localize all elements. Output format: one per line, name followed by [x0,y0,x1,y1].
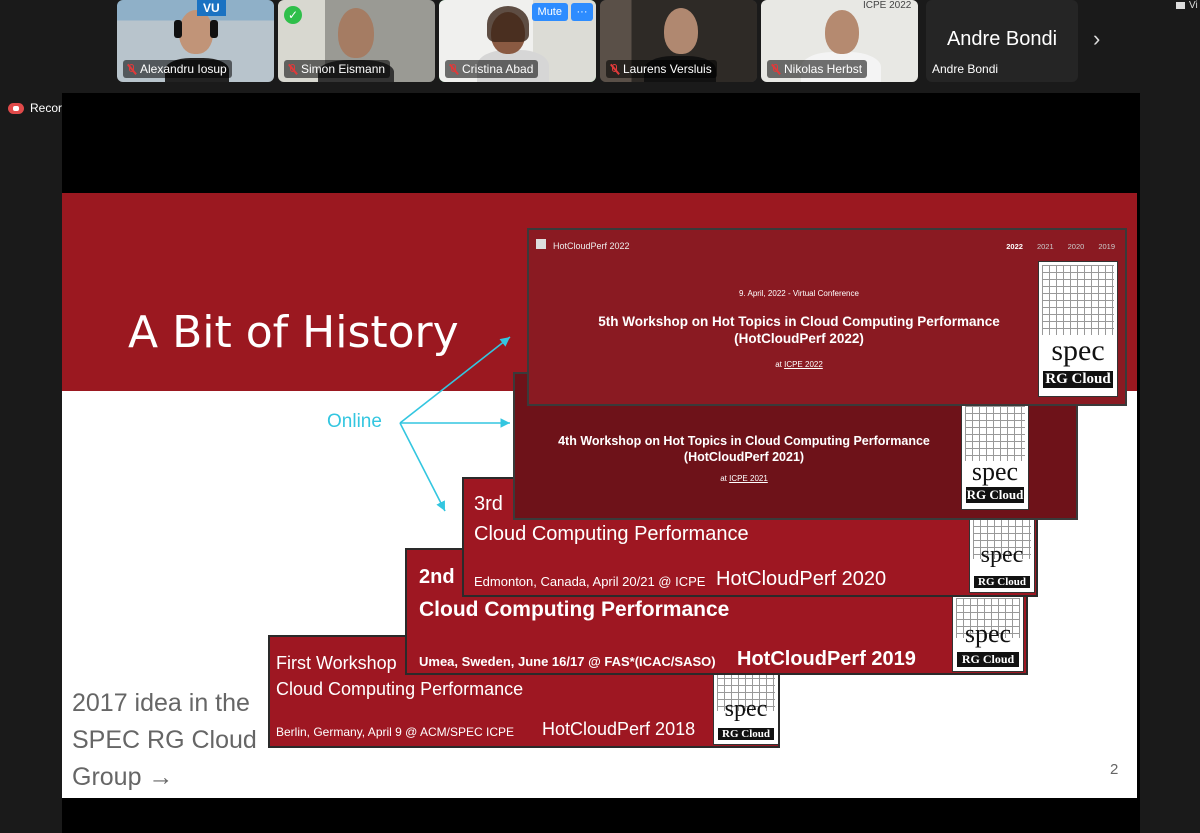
idea-line: 2017 idea in the [72,689,250,717]
spec-sub: RG Cloud [718,728,774,740]
participant-name-tag: Laurens Versluis [606,60,717,78]
year-link-2021[interactable]: 2021 [1037,242,1054,251]
card-brand: HotCloudPerf 2018 [542,719,696,739]
view-label: Vi [1189,0,1198,11]
logo-grid [1042,265,1114,335]
web-subheading: (HotCloudPerf 2022) [734,331,864,346]
mute-button[interactable]: Mute [531,3,568,21]
mic-muted-icon [449,63,458,75]
web-date: 9. April, 2022 - Virtual Conference [739,289,859,298]
spec-rg-cloud-logo: spec RG Cloud [1038,261,1118,397]
slide-page-number: 2 [1110,761,1119,778]
card-place: Berlin, Germany, April 9 @ ACM/SPEC ICPE [276,725,515,739]
idea-text: 2017 idea in the SPEC RG Cloud Group → [72,685,257,796]
web-venue: at ICPE 2022 [529,360,1069,369]
card-brand: HotCloudPerf 2020 [716,568,887,590]
mic-muted-icon [610,63,619,75]
icpe-poster-text: ICPE 2022 [863,0,912,11]
year-link-2020[interactable]: 2020 [1068,242,1085,251]
participant-tile-nikolas[interactable]: ICPE 2022 Nikolas Herbst [761,0,918,82]
participant-name-tag: Simon Eismann [284,60,391,78]
participant-name: Simon Eismann [301,62,386,76]
year-nav: 2022 2021 2020 2019 [1006,242,1115,251]
web-venue-prefix: at [775,360,782,369]
card-heading: First Workshop [276,653,397,673]
participant-name: Nikolas Herbst [784,62,863,76]
slide-title: A Bit of History [128,307,459,358]
verified-check-icon: ✓ [284,6,302,24]
year-link-2019[interactable]: 2019 [1098,242,1115,251]
participant-name-tag: Alexandru Iosup [123,60,232,78]
spec-sub: RG Cloud [957,652,1019,667]
web-venue-prefix: at [720,474,727,483]
participant-name: Cristina Abad [462,62,534,76]
participant-tile-alexandru[interactable]: VU Alexandru Iosup [117,0,274,82]
spec-sub: RG Cloud [974,576,1030,588]
participant-name-tag: Cristina Abad [445,60,539,78]
idea-line: SPEC RG Cloud [72,726,257,754]
spec-sub: RG Cloud [966,487,1024,503]
spec-word: spec [1051,334,1105,367]
spec-word: spec [971,457,1019,486]
view-toggle[interactable]: Vi [1176,0,1198,11]
spec-rg-cloud-logo: spec RG Cloud [969,515,1035,593]
spec-rg-cloud-logo: spec RG Cloud [713,667,778,745]
web-site-logo [536,239,546,249]
year-link-2022[interactable]: 2022 [1006,242,1023,251]
card-place: Umea, Sweden, June 16/17 @ FAS*(ICAC/SAS… [419,654,716,669]
vu-badge: VU [197,0,226,16]
card-heading: 2nd [419,566,455,588]
logo-grid [965,406,1025,462]
mic-muted-icon [127,63,136,75]
web-subheading: (HotCloudPerf 2021) [683,450,805,464]
participant-name: Andre Bondi [932,62,999,76]
card-place: Edmonton, Canada, April 20/21 @ ICPE [474,574,706,589]
spec-rg-cloud-logo: spec RG Cloud [961,402,1029,510]
participant-tile-laurens[interactable]: Laurens Versluis [600,0,757,82]
web-site-name[interactable]: HotCloudPerf 2022 [553,241,630,251]
mic-muted-icon [288,63,297,75]
web-heading: 5th Workshop on Hot Topics in Cloud Comp… [598,314,1000,329]
participant-display-name: Andre Bondi [946,28,1058,50]
web-venue: at ICPE 2021 [515,474,973,483]
card-subheading: Cloud Computing Performance [474,523,749,545]
card-subheading: Cloud Computing Performance [276,679,524,699]
next-participants-chevron-icon[interactable]: › [1093,26,1100,52]
spec-word: spec [980,542,1024,568]
participant-name-tag: Nikolas Herbst [767,60,868,78]
participant-tile-simon[interactable]: ✓ Simon Eismann [278,0,435,82]
workshop-web-2022: HotCloudPerf 2022 2022 2021 2020 2019 9.… [527,228,1127,406]
icpe-2022-link[interactable]: ICPE 2022 [784,360,823,369]
online-label: Online [327,411,382,432]
icpe-2021-link[interactable]: ICPE 2021 [729,474,768,483]
spec-sub: RG Cloud [1043,371,1113,388]
card-brand: HotCloudPerf 2019 [737,648,916,670]
more-options-icon[interactable]: ··· [571,3,593,21]
participant-tile-cristina[interactable]: Mute ··· Cristina Abad [439,0,596,82]
spec-word: spec [724,696,768,722]
participant-name: Alexandru Iosup [140,62,227,76]
participant-name: Laurens Versluis [623,62,712,76]
view-icon [1176,2,1185,9]
spec-rg-cloud-logo: spec RG Cloud [952,594,1024,672]
idea-line: Group → [72,763,174,791]
card-heading: 3rd [474,493,503,515]
spec-word: spec [964,619,1012,648]
mic-muted-icon [771,63,780,75]
participant-tile-andre[interactable]: Andre Bondi Andre Bondi [926,0,1078,82]
web-heading: 4th Workshop on Hot Topics in Cloud Comp… [558,434,930,448]
cloud-recording-icon [8,102,24,114]
card-subheading: Cloud Computing Performance [419,598,730,621]
